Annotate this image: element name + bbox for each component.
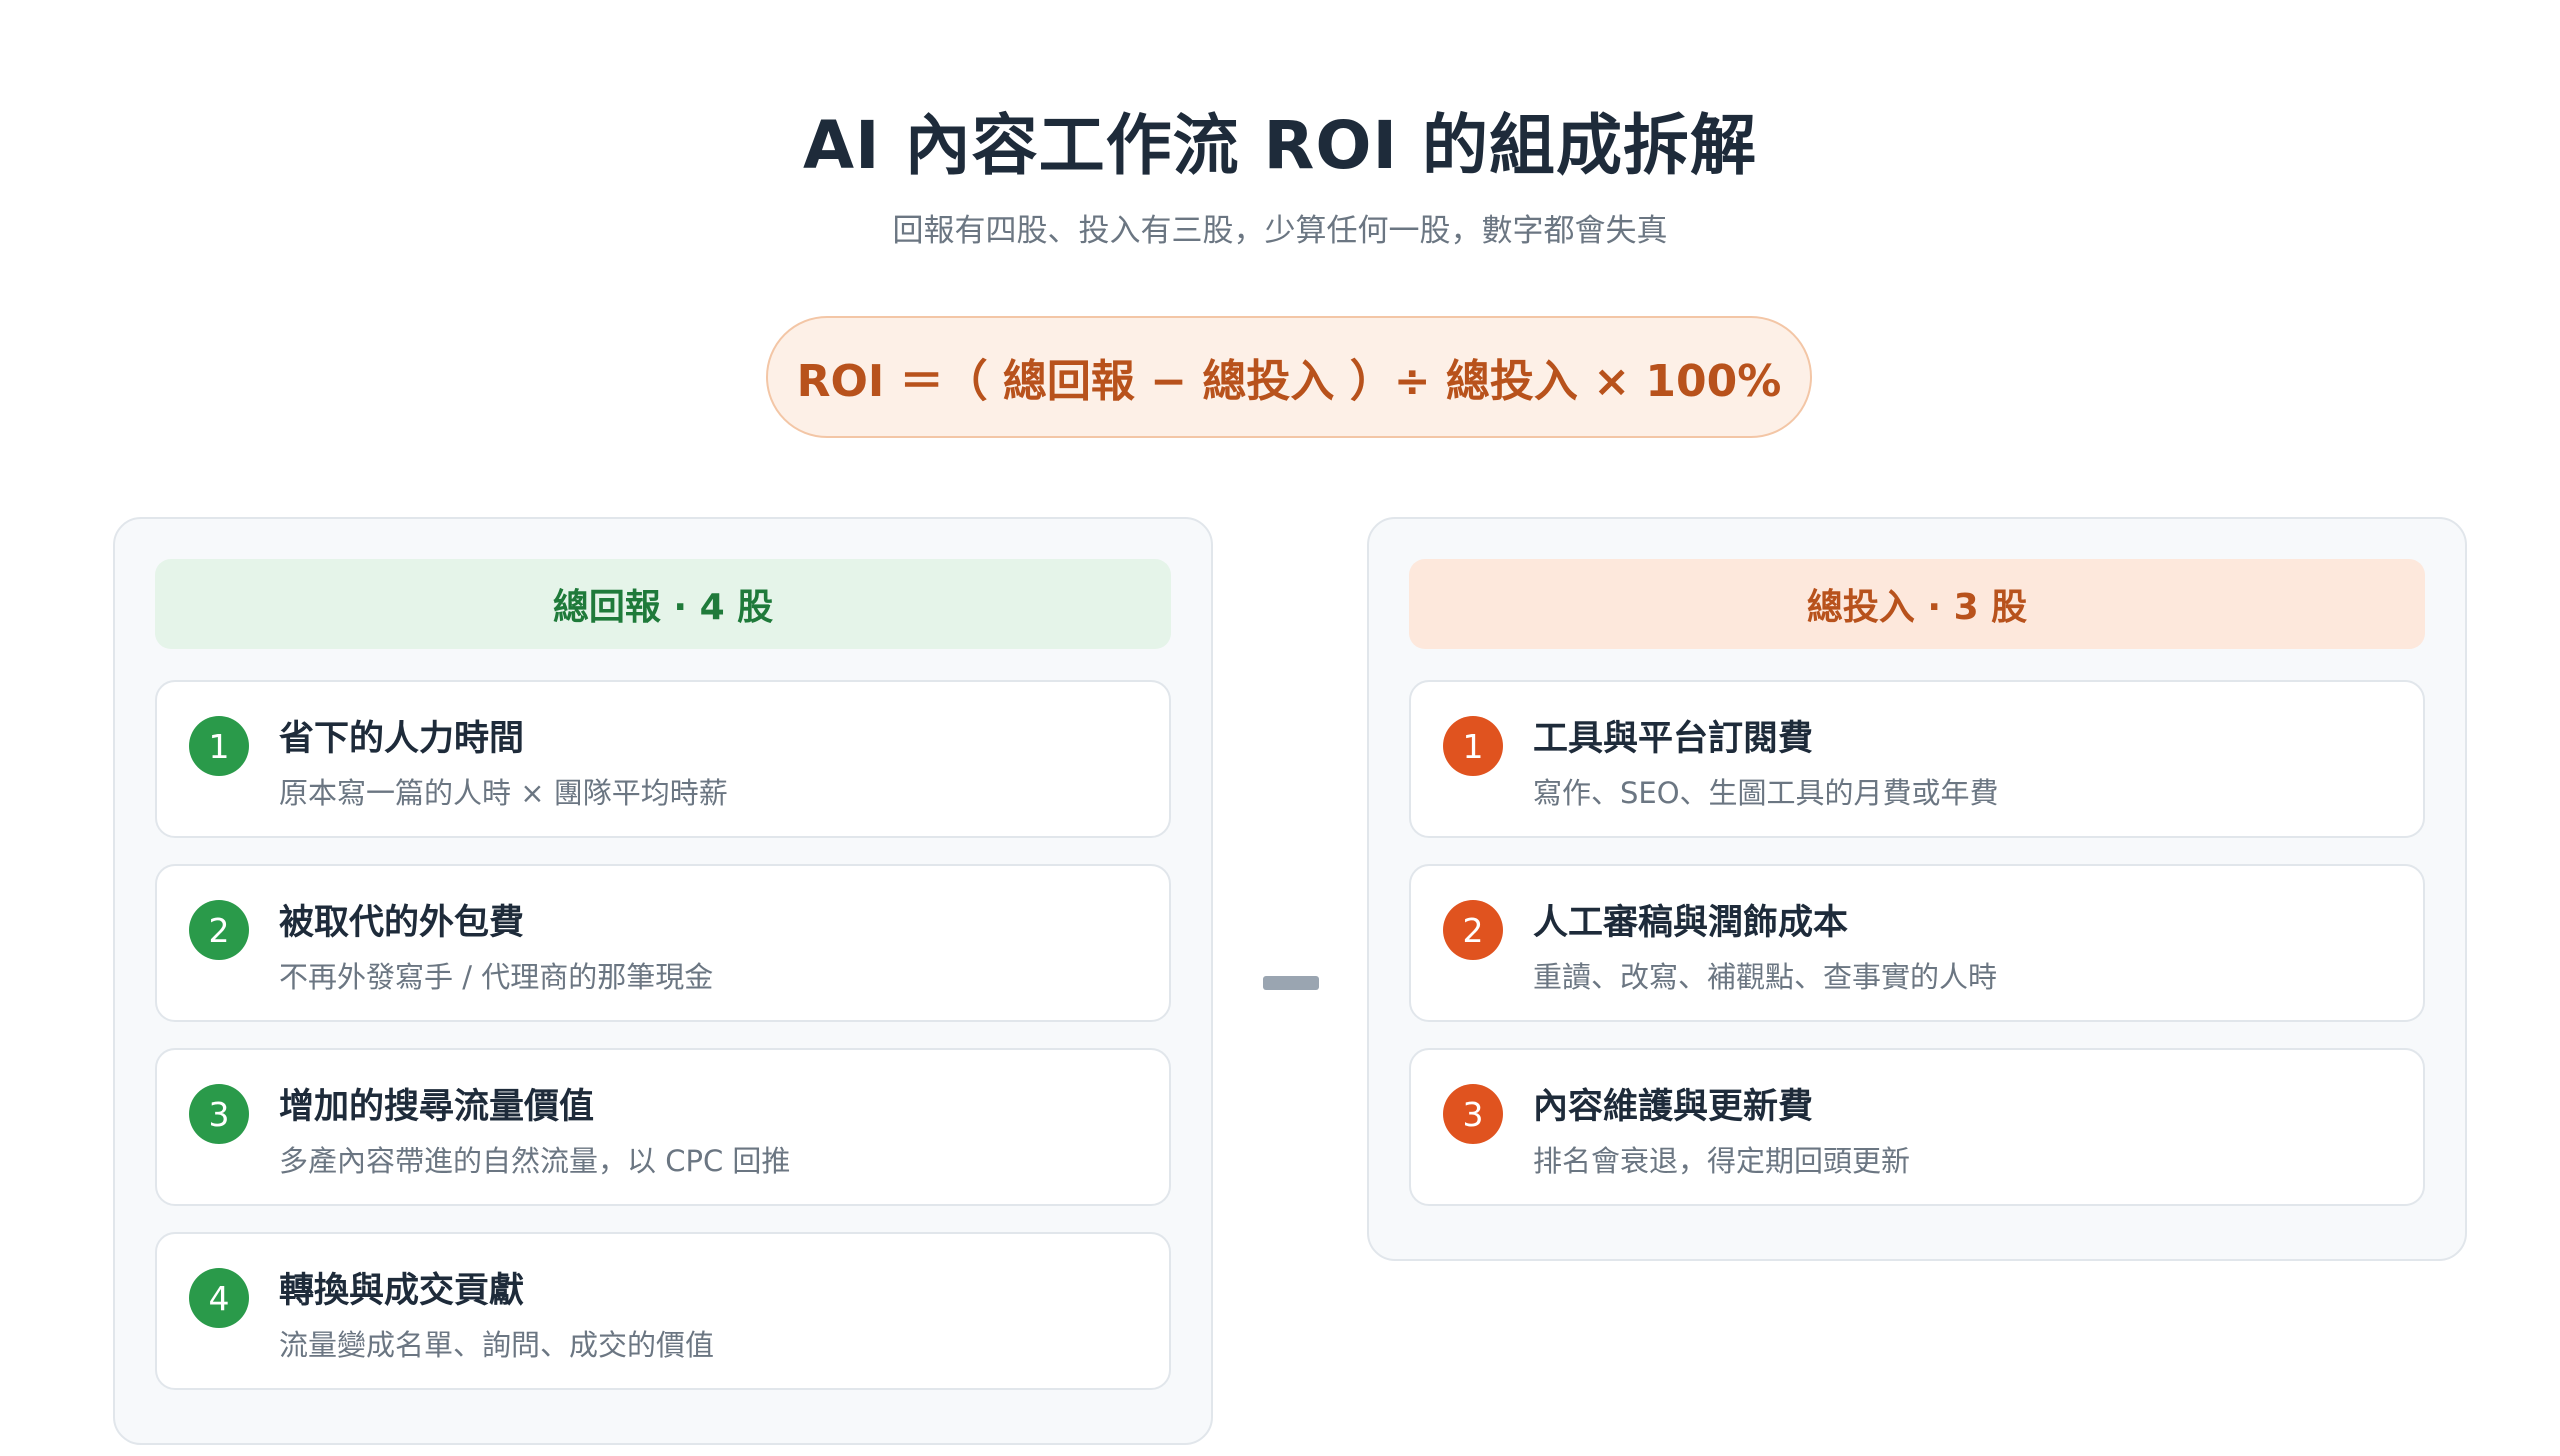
number-badge: 1 (1443, 716, 1503, 776)
item-description: 重讀、改寫、補觀點、查事實的人時 (1533, 960, 1998, 994)
number-badge: 1 (189, 716, 249, 776)
item-description: 多產內容帶進的自然流量，以 CPC 回推 (279, 1144, 791, 1178)
costs-header: 總投入 · 3 股 (1409, 559, 2425, 649)
number-badge: 2 (1443, 900, 1503, 960)
costs-panel: 總投入 · 3 股 1 工具與平台訂閱費 寫作、SEO、生圖工具的月費或年費 2… (1367, 517, 2467, 1261)
returns-item-4: 4 轉換與成交貢獻 流量變成名單、詢問、成交的價值 (155, 1232, 1171, 1390)
item-description: 不再外發寫手 / 代理商的那筆現金 (279, 960, 714, 994)
item-description: 流量變成名單、詢問、成交的價值 (279, 1328, 715, 1362)
costs-item-2: 2 人工審稿與潤飾成本 重讀、改寫、補觀點、查事實的人時 (1409, 864, 2425, 1022)
item-title: 內容維護與更新費 (1533, 1087, 1814, 1127)
number-badge: 2 (189, 900, 249, 960)
item-description: 原本寫一篇的人時 × 團隊平均時薪 (279, 776, 728, 810)
returns-header: 總回報 · 4 股 (155, 559, 1171, 649)
costs-item-3: 3 內容維護與更新費 排名會衰退，得定期回頭更新 (1409, 1048, 2425, 1206)
costs-item-1: 1 工具與平台訂閱費 寫作、SEO、生圖工具的月費或年費 (1409, 680, 2425, 838)
returns-item-2: 2 被取代的外包費 不再外發寫手 / 代理商的那筆現金 (155, 864, 1171, 1022)
item-title: 人工審稿與潤飾成本 (1533, 903, 1849, 943)
page-title: AI 內容工作流 ROI 的組成拆解 (802, 107, 1758, 184)
returns-item-1: 1 省下的人力時間 原本寫一篇的人時 × 團隊平均時薪 (155, 680, 1171, 838)
item-title: 被取代的外包費 (279, 903, 525, 943)
item-description: 寫作、SEO、生圖工具的月費或年費 (1533, 776, 1999, 810)
item-description: 排名會衰退，得定期回頭更新 (1533, 1144, 1911, 1178)
item-title: 工具與平台訂閱費 (1533, 719, 1814, 759)
item-title: 省下的人力時間 (279, 719, 525, 759)
number-badge: 3 (189, 1084, 249, 1144)
item-title: 增加的搜尋流量價值 (279, 1087, 595, 1127)
returns-panel: 總回報 · 4 股 1 省下的人力時間 原本寫一篇的人時 × 團隊平均時薪 2 … (113, 517, 1213, 1445)
item-title: 轉換與成交貢獻 (279, 1271, 525, 1311)
minus-operator-icon (1263, 976, 1319, 990)
number-badge: 3 (1443, 1084, 1503, 1144)
roi-formula: ROI ＝（ 總回報 − 總投入 ）÷ 總投入 × 100% (766, 316, 1812, 438)
page: AI 內容工作流 ROI 的組成拆解 回報有四股、投入有三股，少算任何一股，數字… (0, 0, 2560, 1456)
page-subtitle: 回報有四股、投入有三股，少算任何一股，數字都會失真 (892, 213, 1668, 249)
returns-item-3: 3 增加的搜尋流量價值 多產內容帶進的自然流量，以 CPC 回推 (155, 1048, 1171, 1206)
number-badge: 4 (189, 1268, 249, 1328)
